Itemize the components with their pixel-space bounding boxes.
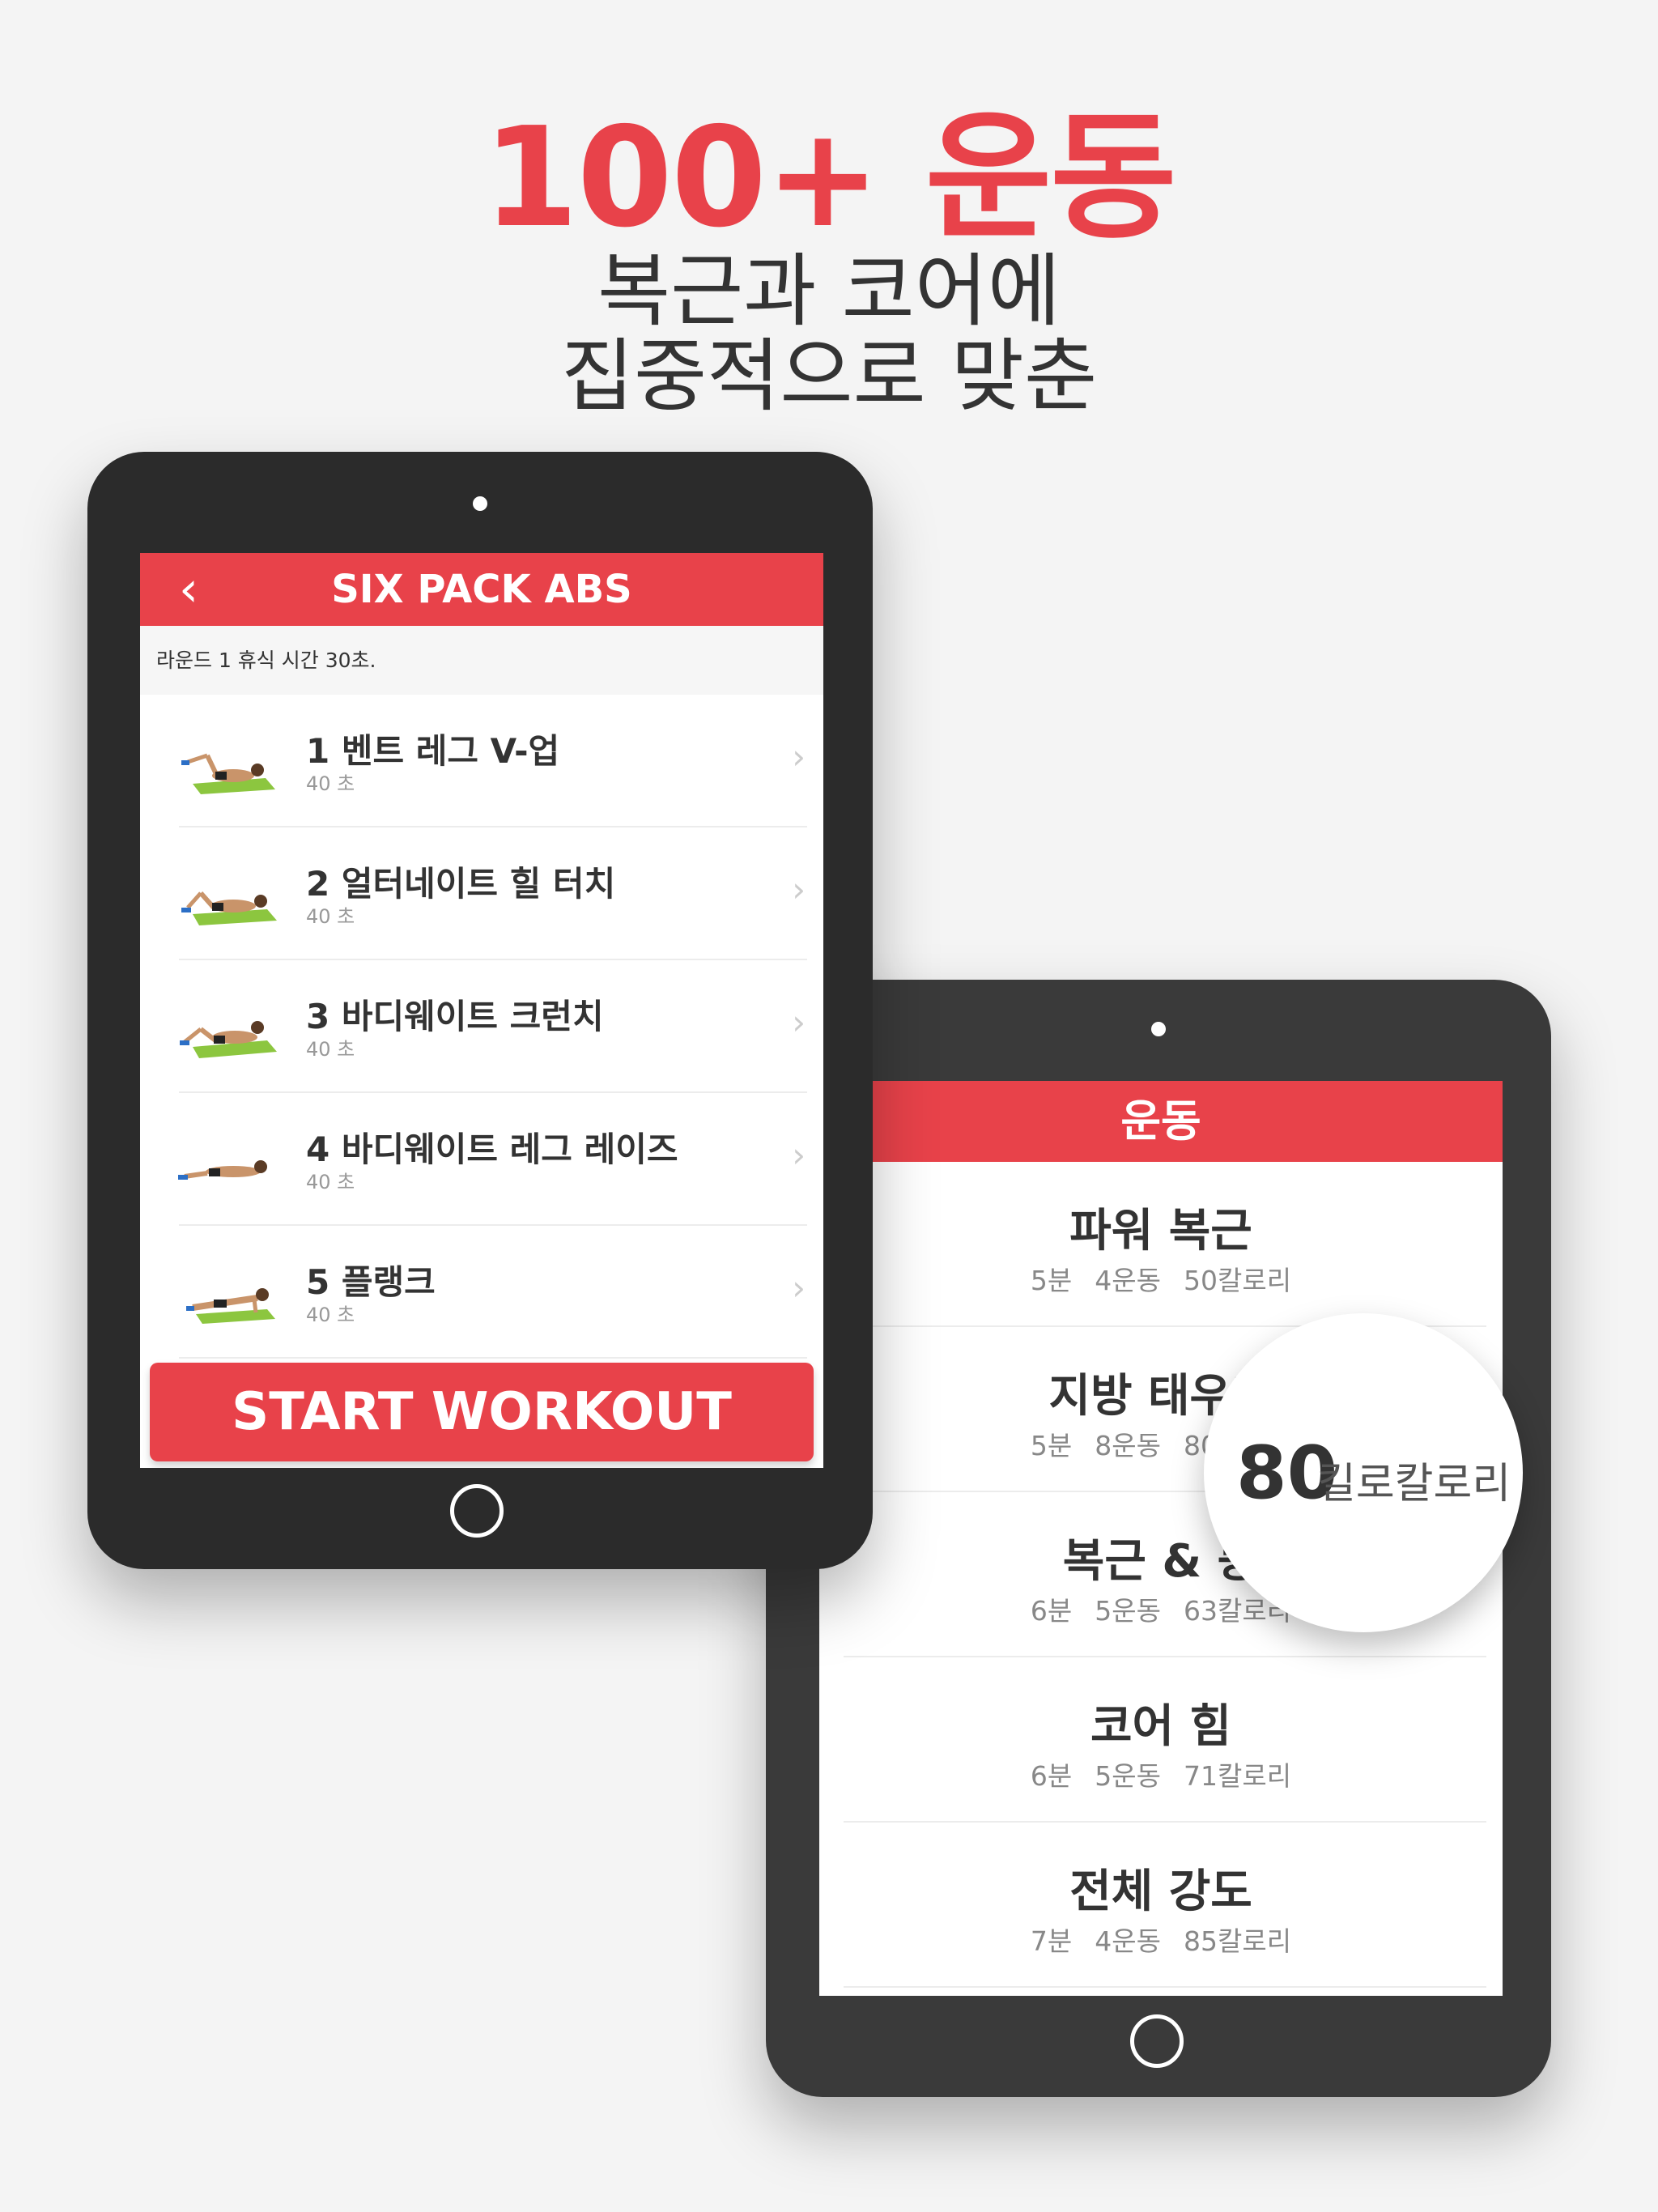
home-button[interactable] [1130,2014,1184,2068]
exercise-figure-icon [178,1160,267,1180]
workout-name: 파워 복근 [1069,1205,1252,1257]
exercise-duration: 40 초 [306,905,355,928]
exercise-row[interactable]: 3 바디웨이트 크런치 40 초 › [140,960,823,1093]
exercise-name: 1 벤트 레그 V-업 [306,731,560,771]
exercise-row[interactable]: 2 얼터네이트 힐 터치 40 초 › [140,827,823,960]
workout-meta: 6분 5운동 71칼로리 [819,1755,1503,1793]
exercise-row[interactable]: 1 벤트 레그 V-업 40 초 › [140,695,823,827]
workout-minutes: 6분 [1030,1595,1073,1627]
exercise-figure-icon [186,1288,275,1324]
workout-minutes: 6분 [1030,1760,1073,1792]
exercise-name: 4 바디웨이트 레그 레이즈 [306,1129,678,1169]
tablet-exercise-detail: ‹ SIX PACK ABS 라운드 1 휴식 시간 30초. 1 벤트 레그 … [87,452,873,1569]
round-info: 라운드 1 휴식 시간 30초. [140,626,823,695]
exercise-name: 2 얼터네이트 힐 터치 [306,864,616,904]
exercise-duration: 40 초 [306,1304,355,1326]
workout-minutes: 7분 [1030,1925,1073,1957]
exercise-detail-screen: ‹ SIX PACK ABS 라운드 1 휴식 시간 30초. 1 벤트 레그 … [140,553,823,1468]
exercise-name: 5 플랭크 [306,1262,436,1302]
workout-meta: 5분 4운동 50칼로리 [819,1259,1503,1298]
workout-item[interactable]: 전체 강도 7분 4운동 85칼로리 [819,1823,1503,1988]
magnifier-unit: 킬로칼로리 [1317,1460,1511,1508]
workout-calories: 71칼로리 [1184,1760,1292,1792]
chevron-right-icon: › [792,870,806,909]
exercise-row[interactable]: 5 플랭크 40 초 › [140,1226,823,1359]
workout-item[interactable]: 파워 복근 5분 4운동 50칼로리 [819,1162,1503,1327]
workout-minutes: 5분 [1030,1430,1073,1461]
workout-exercise-count: 5운동 [1095,1760,1161,1792]
chevron-left-icon[interactable]: ‹ [179,553,198,626]
exercise-name: 3 바디웨이트 크런치 [306,997,604,1036]
workout-exercise-count: 8운동 [1095,1430,1161,1461]
workout-exercise-count: 5운동 [1095,1595,1161,1627]
headline-title: 100+ 운동 [483,98,1176,258]
nav-title: 운동 [819,1081,1503,1162]
nav-bar: ‹ SIX PACK ABS [140,553,823,626]
chevron-right-icon: › [792,1135,806,1175]
exercise-figure-icon [180,1021,277,1058]
headline-subtitle-1: 복근과 코어에 [597,245,1061,338]
calorie-magnifier: 80 킬로칼로리 [1204,1313,1523,1632]
start-workout-button[interactable]: START WORKOUT [150,1363,814,1461]
headline-subtitle-2: 집중적으로 맞춘 [560,330,1098,423]
nav-title: SIX PACK ABS [331,567,632,612]
workout-minutes: 5분 [1030,1265,1073,1296]
workout-name: 코어 힘 [1090,1700,1232,1753]
exercise-duration: 40 초 [306,772,355,795]
exercise-duration: 40 초 [306,1038,355,1061]
exercise-figure-icon [181,891,277,925]
workout-exercise-count: 4운동 [1095,1265,1161,1296]
workout-name: 전체 강도 [1069,1865,1252,1918]
chevron-right-icon: › [792,1268,806,1308]
chevron-right-icon: › [792,737,806,776]
home-button[interactable] [450,1484,504,1538]
exercise-figure-icon [181,753,275,794]
workout-item[interactable]: 코어 힘 6분 5운동 71칼로리 [819,1657,1503,1823]
workout-calories: 85칼로리 [1184,1925,1292,1957]
workout-calories: 50칼로리 [1184,1265,1292,1296]
exercise-duration: 40 초 [306,1171,355,1193]
chevron-right-icon: › [792,1002,806,1042]
workout-meta: 7분 4운동 85칼로리 [819,1920,1503,1959]
workout-exercise-count: 4운동 [1095,1925,1161,1957]
camera-dot [473,496,487,511]
camera-dot [1151,1022,1166,1036]
exercise-row[interactable]: 4 바디웨이트 레그 레이즈 40 초 › [140,1093,823,1226]
